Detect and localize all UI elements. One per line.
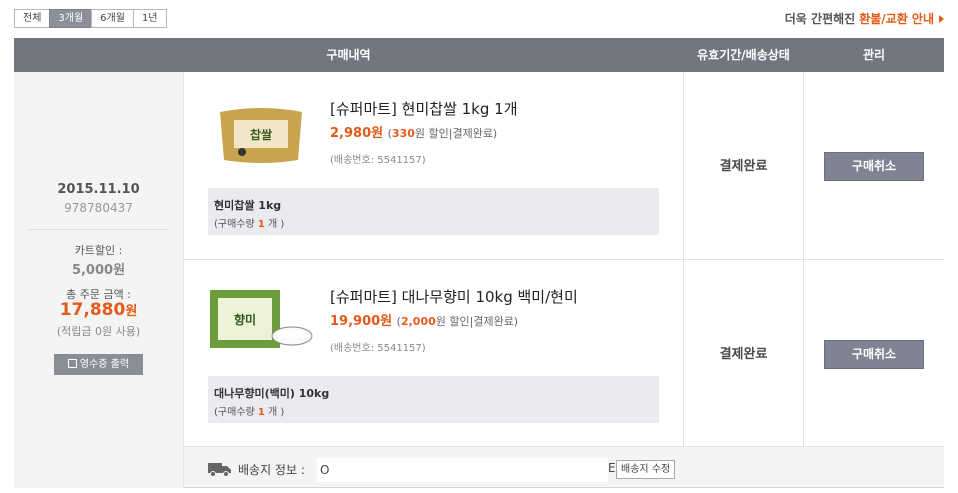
- divider: [29, 229, 169, 230]
- order-number: 978780437: [64, 201, 133, 215]
- option-name: 대나무향미(백미) 10kg: [214, 387, 330, 400]
- product-name[interactable]: [슈퍼마트] 대나무향미 10kg 백미/현미: [330, 286, 578, 307]
- arrow-right-icon: [939, 14, 944, 23]
- svg-text:찹쌀: 찹쌀: [250, 127, 272, 142]
- shipping-info-bar: 배송지 정보 : O E 배송지 수정: [184, 447, 944, 488]
- card-discount-value: 5,000원: [71, 263, 126, 278]
- shipping-info-label: 배송지 정보 :: [238, 463, 305, 477]
- qty-prefix: (구매수량: [214, 219, 255, 230]
- order-date: 2015.11.10: [57, 182, 140, 197]
- price-value: 19,900원: [330, 314, 393, 329]
- option-box: 대나무향미(백미) 10kg (구매수량 1 개 ): [208, 376, 659, 423]
- order-summary: 2015.11.10 978780437 카트할인 : 5,000원 총 주문 …: [14, 72, 184, 488]
- product-thumbnail[interactable]: 향미: [208, 284, 314, 354]
- points-used: (적립금 0원 사용): [56, 325, 141, 338]
- product-name[interactable]: [슈퍼마트] 현미찹쌀 1kg 1개: [330, 98, 518, 119]
- shipping-address-tail: E: [608, 461, 616, 475]
- qty-value: 1: [257, 407, 265, 418]
- total-amount: 17,880원: [14, 300, 183, 320]
- status-text: 결제완료: [719, 347, 768, 362]
- header-manage: 관리: [862, 48, 886, 62]
- receipt-button-label: 영수증 출력: [79, 359, 130, 370]
- product-price: 19,900원 (2,000원 할인|결제완료): [330, 310, 518, 329]
- price-value: 2,980원: [330, 126, 384, 141]
- detail-rest: 원 할인|결제완료): [414, 127, 498, 140]
- truck-icon: [208, 463, 231, 477]
- qty-suffix: 개 ): [268, 219, 285, 230]
- option-quantity: (구매수량 1 개 ): [214, 215, 659, 230]
- qty-value: 1: [257, 219, 265, 230]
- status-cell: 결제완료: [683, 260, 804, 446]
- price-detail: (2,000원 할인|결제완료): [397, 315, 518, 328]
- header-status: 유효기간/배송상태: [697, 48, 790, 62]
- svg-text:향미: 향미: [234, 312, 256, 327]
- total-amount-value: 17,880: [59, 300, 126, 320]
- status-text: 결제완료: [719, 159, 768, 174]
- option-name: 현미찹쌀 1kg: [214, 199, 282, 212]
- product-thumbnail[interactable]: 찹쌀: [208, 100, 314, 170]
- table-header: 구매내역 유효기간/배송상태 관리: [14, 38, 944, 72]
- refund-notice: 더욱 간편해진 환불/교환 안내: [785, 10, 944, 27]
- discount-amount: 2,000: [400, 315, 436, 328]
- period-tabs: 전체 3개월 6개월 1년: [14, 9, 167, 28]
- refund-exchange-link[interactable]: 환불/교환 안내: [859, 10, 934, 27]
- tab-1year[interactable]: 1년: [132, 9, 167, 28]
- detail-rest: 원 할인|결제완료): [435, 315, 519, 328]
- tab-3months[interactable]: 3개월: [49, 9, 93, 28]
- shipping-number: (배송번호: 5541157): [330, 155, 426, 166]
- status-cell: 결제완료: [683, 72, 804, 259]
- option-quantity: (구매수량 1 개 ): [214, 403, 659, 418]
- shipping-address: O: [317, 458, 608, 482]
- qty-suffix: 개 ): [268, 407, 285, 418]
- total-amount-unit: 원: [125, 304, 138, 319]
- price-detail: (330원 할인|결제완료): [388, 127, 498, 140]
- shipping-number: (배송번호: 5541157): [330, 343, 426, 354]
- cancel-purchase-button[interactable]: 구매취소: [824, 152, 924, 181]
- tab-6months[interactable]: 6개월: [91, 9, 134, 28]
- order-item: 향미 [슈퍼마트] 대나무향미 10kg 백미/현미 19,900원 (2,00…: [184, 260, 944, 447]
- notice-prefix: 더욱 간편해진: [784, 12, 856, 26]
- cancel-purchase-button[interactable]: 구매취소: [824, 340, 924, 369]
- option-box: 현미찹쌀 1kg (구매수량 1 개 ): [208, 188, 659, 235]
- tab-all[interactable]: 전체: [14, 9, 51, 28]
- print-receipt-button[interactable]: 영수증 출력: [54, 354, 143, 375]
- printer-icon: [67, 359, 77, 368]
- card-discount-label: 카트할인 :: [74, 244, 123, 257]
- order-item: 찹쌀 [슈퍼마트] 현미찹쌀 1kg 1개 2,980원 (330원 할인|결제…: [184, 72, 944, 260]
- edit-shipping-button[interactable]: 배송지 수정: [616, 460, 676, 479]
- product-price: 2,980원 (330원 할인|결제완료): [330, 122, 497, 141]
- qty-prefix: (구매수량: [214, 407, 255, 418]
- discount-amount: 330: [391, 127, 415, 140]
- header-purchase-history: 구매내역: [326, 48, 371, 62]
